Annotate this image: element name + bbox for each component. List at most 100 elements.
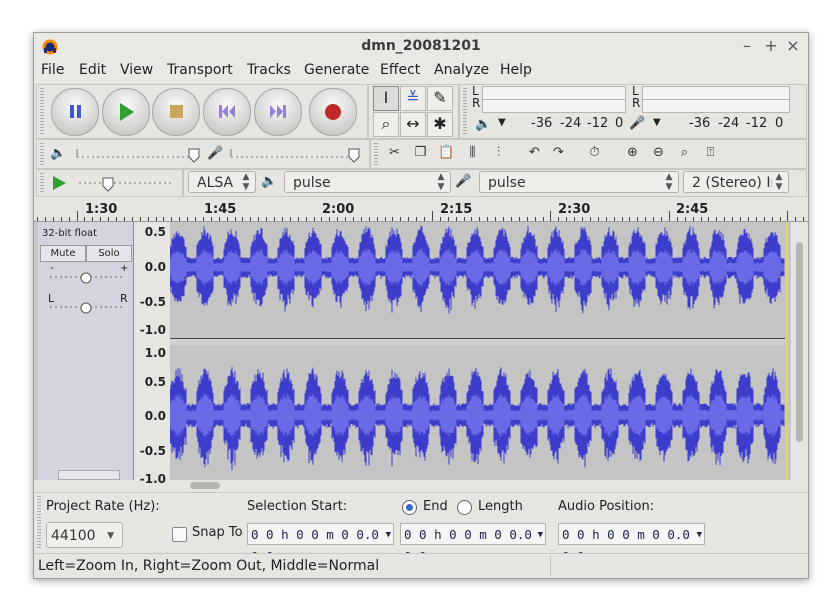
ruler-tick [416,217,417,221]
output-device-select[interactable]: pulse ▲ ▼ [284,171,451,193]
gain-slider[interactable] [48,268,128,286]
zoom-in-icon[interactable]: ⊕ [621,142,644,164]
ruler-tick [701,217,702,221]
fit-selection-icon[interactable]: ⌕ [673,142,696,164]
record-button[interactable] [309,88,357,136]
ruler-tick [614,217,615,221]
play-at-speed-icon[interactable] [50,174,68,192]
maximize-icon[interactable]: + [762,36,780,55]
mute-button[interactable]: Mute [40,245,86,262]
menu-generate[interactable]: Generate [304,62,369,78]
selection-end-field[interactable]: 0 0 h 0 0 m 0 0.0 0 0 s ▼ [400,523,546,564]
ruler-tick [519,217,520,221]
project-rate-select[interactable]: 44100 ▼ [46,522,123,548]
track-collapse-button[interactable] [58,470,120,480]
ruler-tick [487,217,488,221]
ruler-tick [45,217,46,221]
pan-slider[interactable] [48,298,128,316]
cut-icon[interactable]: ✂ [383,142,406,164]
silence-icon[interactable]: ⫶ [487,142,510,164]
selection-grip[interactable] [37,496,41,548]
fit-project-icon[interactable]: ⍐ [699,142,722,164]
ruler-tick [345,217,346,221]
ruler-tick [772,217,773,221]
mixer-grip[interactable] [40,143,44,165]
time-shift-tool[interactable]: ↔ [400,112,426,137]
right-channel-waveform[interactable] [169,345,785,480]
draw-tool[interactable]: ✎ [427,86,453,111]
vertical-scrollbar[interactable] [791,222,808,480]
menu-file[interactable]: File [41,62,64,78]
speed-grip[interactable] [40,173,44,193]
rec-meter-menu-icon[interactable]: ▼ [653,117,661,128]
zoom-out-icon[interactable]: ⊖ [647,142,670,164]
playback-volume-icon: 🔈 [50,146,67,161]
selection-tool[interactable]: I [373,86,399,111]
paste-icon[interactable]: 📋 [435,142,458,164]
menu-analyze[interactable]: Analyze [434,62,489,78]
menu-tracks[interactable]: Tracks [247,62,291,78]
input-channels-select[interactable]: 2 (Stereo) In ▲ ▼ [683,171,789,193]
timeline-ruler[interactable]: 1:30 1:45 2:00 2:15 2:30 2:45 [34,197,808,222]
track-control-panel[interactable]: 32-bit float Mute Solo - + L R [38,222,134,480]
length-label: Length [478,499,523,514]
ruler-tick [140,217,141,221]
stop-button[interactable] [152,88,200,136]
end-label: End [423,499,448,514]
microphone-icon: 🎤 [629,116,646,131]
input-device-arrows-icon: ▲ ▼ [665,172,673,192]
track-end-marker [785,222,788,480]
skip-to-start-button[interactable] [203,88,251,136]
left-channel-waveform[interactable] [169,222,785,338]
trim-icon[interactable]: ⫼ [461,142,484,164]
ruler-tick [550,211,551,221]
undo-icon[interactable]: ↶ [523,142,546,164]
skip-to-end-button[interactable] [254,88,302,136]
audio-position-field[interactable]: 0 0 h 0 0 m 0 0.0 0 0 s ▼ [558,523,705,564]
ruler-tick [716,217,717,221]
playback-volume-slider[interactable] [75,145,200,163]
redo-icon[interactable]: ↷ [547,142,570,164]
multi-tool[interactable]: ✱ [427,112,453,137]
play-meter-right-label: R [472,96,481,110]
output-device-value: pulse [293,175,331,191]
recording-volume-slider[interactable] [229,145,364,163]
zoom-tool[interactable]: ⌕ [373,112,399,137]
meter-grip[interactable] [463,88,467,135]
snap-to-checkbox[interactable] [172,527,187,542]
toolbar-grip[interactable] [40,88,44,135]
audio-host-select[interactable]: ALSA ▲ ▼ [188,171,256,193]
ruler-tick [187,217,188,221]
minimize-icon[interactable]: – [738,36,756,55]
copy-icon[interactable]: ❐ [409,142,432,164]
envelope-tool[interactable]: ≚ [400,86,426,111]
menu-transport[interactable]: Transport [167,62,233,78]
length-radio[interactable] [457,500,472,515]
horizontal-scrollbar[interactable] [170,480,790,492]
sync-lock-icon[interactable]: ⏱ [583,142,606,164]
play-meter-menu-icon[interactable]: ▼ [498,117,506,128]
menu-help[interactable]: Help [500,62,532,78]
input-device-select[interactable]: pulse ▲ ▼ [479,171,679,193]
menu-edit[interactable]: Edit [79,62,106,78]
menu-view[interactable]: View [120,62,153,78]
close-icon[interactable]: × [784,36,802,55]
ruler-tick [440,217,441,221]
solo-button[interactable]: Solo [86,245,132,262]
menu-effect[interactable]: Effect [380,62,420,78]
ruler-tick [661,217,662,221]
play-scale-36: -36 [531,116,553,131]
ruler-tick [266,217,267,221]
edit-grip[interactable] [374,143,378,165]
end-radio[interactable] [402,500,417,515]
play-button[interactable] [102,88,150,136]
tools-toolbar: I ≚ ✎ ⌕ ↔ ✱ [368,84,459,139]
playback-speed-slider[interactable] [77,174,175,192]
vertical-scroll-thumb[interactable] [796,242,803,442]
pause-button[interactable] [51,88,99,136]
audio-host-value: ALSA [197,175,234,191]
selection-start-field[interactable]: 0 0 h 0 0 m 0 0.0 0 0 s ▼ [247,523,394,564]
ruler-tick [321,217,322,221]
ruler-tick [708,217,709,221]
horizontal-scroll-thumb[interactable] [190,482,220,489]
